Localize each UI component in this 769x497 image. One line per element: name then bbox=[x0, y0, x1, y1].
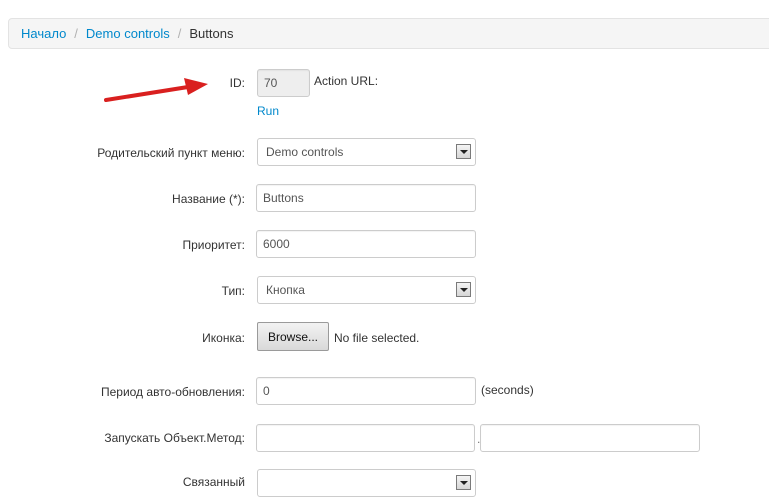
auto-refresh-field[interactable] bbox=[256, 377, 476, 405]
breadcrumb-current: Buttons bbox=[189, 26, 234, 41]
type-select[interactable]: Кнопка bbox=[257, 276, 476, 304]
breadcrumb: Начало / Demo controls / Buttons bbox=[8, 18, 769, 49]
name-field[interactable] bbox=[256, 184, 476, 212]
action-url-label: Action URL: bbox=[314, 74, 379, 88]
parent-menu-label: Родительский пункт меню: bbox=[97, 146, 245, 160]
partial-row-select[interactable] bbox=[257, 469, 476, 497]
partial-row-label: Связанный bbox=[182, 475, 245, 489]
type-label: Тип: bbox=[221, 284, 245, 298]
priority-field[interactable] bbox=[256, 230, 476, 258]
id-field bbox=[257, 69, 310, 97]
run-object-method-label: Запускать Объект.Метод: bbox=[104, 431, 245, 445]
breadcrumb-separator: / bbox=[74, 26, 78, 41]
breadcrumb-home-link[interactable]: Начало bbox=[21, 26, 66, 41]
method-field[interactable] bbox=[480, 424, 700, 452]
seconds-unit-text: (seconds) bbox=[481, 383, 534, 397]
red-arrow-icon bbox=[104, 78, 208, 102]
breadcrumb-separator: / bbox=[177, 26, 182, 41]
browse-button[interactable]: Browse... bbox=[257, 322, 329, 351]
priority-label: Приоритет: bbox=[182, 238, 245, 252]
type-selected: Кнопка bbox=[266, 283, 305, 297]
run-link[interactable]: Run bbox=[257, 104, 279, 118]
name-label: Название (*): bbox=[172, 192, 245, 206]
parent-menu-selected: Demo controls bbox=[266, 145, 344, 159]
file-status-text: No file selected. bbox=[334, 331, 420, 345]
object-field[interactable] bbox=[256, 424, 475, 452]
chevron-down-icon bbox=[456, 475, 471, 490]
auto-refresh-label: Период авто-обновления: bbox=[100, 385, 245, 399]
id-label: ID: bbox=[229, 76, 245, 90]
chevron-down-icon bbox=[456, 282, 471, 297]
parent-menu-select[interactable]: Demo controls bbox=[257, 138, 476, 166]
chevron-down-icon bbox=[456, 144, 471, 159]
icon-label: Иконка: bbox=[202, 331, 245, 345]
breadcrumb-parent-link[interactable]: Demo controls bbox=[86, 26, 170, 41]
